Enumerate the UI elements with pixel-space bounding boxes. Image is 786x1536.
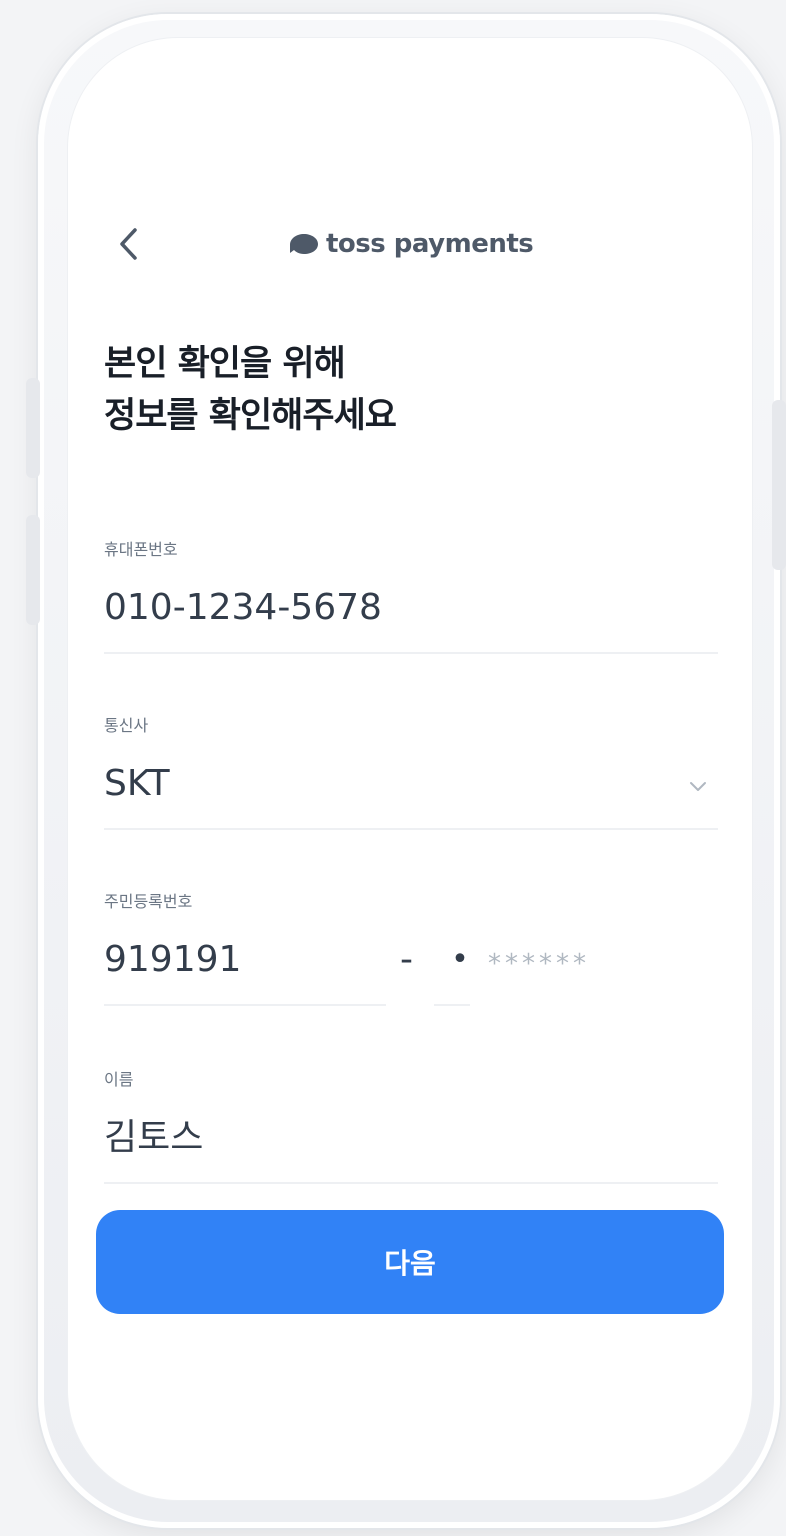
carrier-field[interactable]: 통신사 SKT: [104, 714, 718, 830]
resident-number-label: 주민등록번호: [104, 892, 193, 911]
carrier-underline: [104, 828, 718, 830]
page-title: 본인 확인을 위해 정보를 확인해주세요: [104, 338, 704, 442]
phone-number-label: 휴대폰번호: [104, 540, 178, 559]
name-field[interactable]: 이름 김토스: [104, 1068, 718, 1184]
chevron-left-icon[interactable]: [108, 222, 148, 266]
page-title-line-1: 본인 확인을 위해: [104, 344, 346, 384]
phone-screen: toss payments 본인 확인을 위해 정보를 확인해주세요 휴대폰번호…: [68, 38, 752, 1500]
next-button[interactable]: 다음: [96, 1210, 724, 1314]
name-label: 이름: [104, 1070, 134, 1089]
volume-down-button: [26, 515, 40, 625]
carrier-label: 통신사: [104, 716, 149, 735]
chevron-down-icon[interactable]: [686, 774, 710, 798]
phone-number-underline: [104, 652, 718, 654]
resident-number-back-first-underline: [434, 1004, 470, 1006]
power-button: [772, 400, 786, 570]
phone-number-input[interactable]: 010-1234-5678: [104, 578, 718, 638]
resident-number-dash: -: [400, 939, 413, 980]
header: toss payments: [68, 208, 752, 280]
resident-number-row: 919191 - • ******: [104, 930, 718, 1006]
name-underline: [104, 1182, 718, 1184]
resident-number-front-underline: [104, 1004, 386, 1006]
resident-number-back-first-input[interactable]: •: [442, 930, 478, 990]
toss-logo-icon: [290, 234, 318, 254]
phone-number-field[interactable]: 휴대폰번호 010-1234-5678: [104, 538, 718, 654]
name-input[interactable]: 김토스: [104, 1108, 718, 1168]
logo-text: toss payments: [326, 229, 534, 259]
resident-number-front-input[interactable]: 919191: [104, 930, 386, 990]
carrier-select[interactable]: SKT: [104, 754, 718, 814]
page-title-line-2: 정보를 확인해주세요: [104, 396, 397, 436]
volume-up-button: [26, 378, 40, 478]
resident-number-field[interactable]: 주민등록번호 919191 - • ******: [104, 890, 718, 1006]
resident-number-mask: ******: [488, 949, 590, 979]
toss-payments-logo: toss payments: [288, 226, 534, 262]
